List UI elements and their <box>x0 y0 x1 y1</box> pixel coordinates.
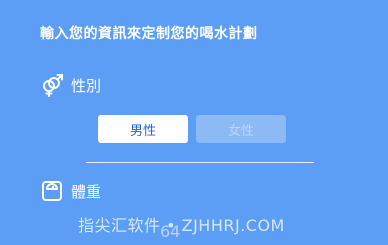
page-title: 輸入您的資訊來定制您的喝水計劃 <box>40 26 258 42</box>
gender-icon <box>40 73 64 97</box>
weight-label: 體重 <box>71 182 102 201</box>
female-button[interactable]: 女性 <box>196 115 286 143</box>
gender-section: 性別 <box>40 73 101 97</box>
gender-toggle: 男性 女性 <box>98 115 286 143</box>
gender-label: 性別 <box>71 76 102 95</box>
watermark: 指尖汇软件 • ZJHHRJ.COM <box>78 216 285 235</box>
male-button[interactable]: 男性 <box>98 115 188 143</box>
weight-section: 體重 <box>40 179 101 203</box>
divider <box>86 162 314 163</box>
scale-icon <box>40 179 64 203</box>
